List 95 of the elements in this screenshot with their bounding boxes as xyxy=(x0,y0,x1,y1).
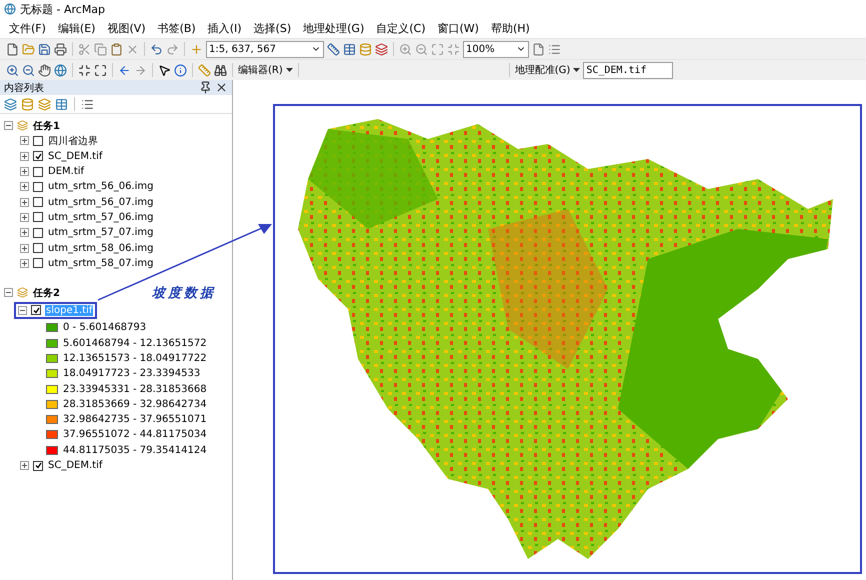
list-icon[interactable] xyxy=(548,42,561,56)
expand-icon[interactable] xyxy=(20,167,29,176)
list-by-selection-icon[interactable] xyxy=(55,98,68,110)
pin-icon[interactable] xyxy=(199,81,212,94)
layer-name[interactable]: 四川省边界 xyxy=(47,134,99,148)
collapse-icon[interactable] xyxy=(4,288,13,298)
save-icon[interactable] xyxy=(38,42,51,56)
group-name[interactable]: 任务2 xyxy=(32,286,61,300)
zoom-out-icon[interactable] xyxy=(22,64,35,76)
layer-checkbox[interactable] xyxy=(33,258,43,268)
layout-view-icon[interactable] xyxy=(532,42,545,56)
annotation-label: 坡度数据 xyxy=(152,284,216,302)
undo-icon[interactable] xyxy=(150,42,163,56)
editor-toolbar-icon[interactable] xyxy=(327,42,340,56)
paste-icon[interactable] xyxy=(110,42,123,56)
table-icon[interactable] xyxy=(343,42,356,56)
print-icon[interactable] xyxy=(54,42,67,56)
full-extent-icon[interactable] xyxy=(54,64,67,76)
expand-icon[interactable] xyxy=(20,212,29,222)
legend-label: 28.31853669 - 32.98642734 xyxy=(62,398,208,410)
layer-checkbox[interactable] xyxy=(33,243,43,254)
identify-icon[interactable] xyxy=(174,64,187,76)
menu-item[interactable]: 地理处理(G) xyxy=(298,20,370,36)
layer-group-icon xyxy=(17,287,28,298)
legend-label: 32.98642735 - 37.96551071 xyxy=(62,414,208,426)
layer-name[interactable]: SC_DEM.tif xyxy=(47,460,104,472)
options-icon[interactable] xyxy=(81,98,94,110)
legend-label: 37.96551072 - 44.81175034 xyxy=(62,429,208,440)
layer-checkbox[interactable] xyxy=(33,460,43,471)
collapse-icon[interactable] xyxy=(4,121,13,130)
layer-checkbox[interactable] xyxy=(33,136,43,146)
zoom-out-fixed-icon[interactable] xyxy=(94,64,107,76)
menu-item[interactable]: 选择(S) xyxy=(248,20,296,36)
close-icon[interactable] xyxy=(215,81,228,94)
menu-item[interactable]: 编辑(E) xyxy=(52,20,100,36)
zoom-in-fixed-icon[interactable] xyxy=(78,64,91,76)
find-binoculars-icon[interactable] xyxy=(214,64,227,76)
editor-menu[interactable]: 编辑器(R) xyxy=(238,63,283,77)
expand-icon[interactable] xyxy=(20,198,29,207)
layer-checkbox[interactable] xyxy=(31,305,41,316)
layer-name[interactable]: utm_srtm_57_07.img xyxy=(47,227,154,238)
app-logo-icon xyxy=(4,3,16,15)
layer-name[interactable]: DEM.tif xyxy=(47,166,86,178)
layer-checkbox[interactable] xyxy=(33,212,43,222)
layer-name[interactable]: utm_srtm_56_07.img xyxy=(47,196,154,208)
collapse-icon[interactable] xyxy=(18,306,27,315)
layer-checkbox[interactable] xyxy=(33,182,43,192)
list-by-drawing-order-icon[interactable] xyxy=(4,98,17,110)
pan-icon[interactable] xyxy=(38,64,51,76)
zoom-in-icon[interactable] xyxy=(6,64,19,76)
menu-item[interactable]: 窗口(W) xyxy=(432,20,484,36)
expand-icon[interactable] xyxy=(20,228,29,238)
list-by-visibility-icon[interactable] xyxy=(38,98,51,110)
menu-item[interactable]: 书签(B) xyxy=(152,20,201,36)
layer-group-icon xyxy=(17,120,28,132)
georeferencing-menu[interactable]: 地理配准(G) xyxy=(514,63,570,77)
legend-label: 5.601468794 - 12.13651572 xyxy=(62,338,208,349)
zoom-dropdown[interactable]: 100% xyxy=(463,40,529,58)
expand-icon[interactable] xyxy=(20,182,29,192)
menu-item[interactable]: 文件(F) xyxy=(4,20,51,36)
select-pointer-icon[interactable] xyxy=(158,64,171,76)
legend-label: 0 - 5.601468793 xyxy=(62,322,148,334)
menu-item[interactable]: 自定义(C) xyxy=(371,20,430,36)
group-name[interactable]: 任务1 xyxy=(32,118,61,133)
list-by-source-icon[interactable] xyxy=(21,98,34,110)
layer-name[interactable]: utm_srtm_58_07.img xyxy=(47,258,154,269)
panel-title: 内容列表 xyxy=(4,82,44,94)
legend-label: 44.81175035 - 79.35414124 xyxy=(62,444,208,456)
layer-checkbox[interactable] xyxy=(33,197,43,208)
caret-icon[interactable] xyxy=(573,68,580,72)
expand-icon[interactable] xyxy=(20,258,29,268)
legend-label: 18.04917723 - 23.3394533 xyxy=(62,368,202,380)
layer-checkbox[interactable] xyxy=(33,166,43,177)
caret-icon[interactable] xyxy=(286,68,293,72)
layer-name[interactable]: utm_srtm_58_06.img xyxy=(47,242,154,254)
expand-icon[interactable] xyxy=(20,152,29,161)
layer-name[interactable]: SC_DEM.tif xyxy=(47,150,104,162)
expand-icon[interactable] xyxy=(20,136,29,146)
menu-item[interactable]: 视图(V) xyxy=(102,20,151,36)
expand-icon[interactable] xyxy=(20,244,29,253)
layer-dropdown[interactable]: SC_DEM.tif xyxy=(583,62,674,78)
window-title: 无标题 - ArcMap xyxy=(20,2,106,16)
scale-dropdown[interactable]: 1:5, 637, 567 xyxy=(206,40,324,58)
legend-label: 23.33945331 - 28.31853668 xyxy=(62,384,208,395)
expand-icon[interactable] xyxy=(20,461,29,470)
menu-item[interactable]: 帮助(H) xyxy=(486,20,535,36)
layer-name[interactable]: utm_srtm_56_06.img xyxy=(47,181,154,192)
layers-icon[interactable] xyxy=(375,42,388,56)
layer-checkbox[interactable] xyxy=(33,151,43,162)
layer-checkbox[interactable] xyxy=(33,228,43,238)
new-file-icon[interactable] xyxy=(6,42,19,56)
legend-label: 12.13651573 - 18.04917722 xyxy=(62,353,208,364)
menu-item[interactable]: 插入(I) xyxy=(202,20,247,36)
layer-name[interactable]: utm_srtm_57_06.img xyxy=(47,212,154,223)
back-arrow-icon[interactable] xyxy=(118,64,131,76)
